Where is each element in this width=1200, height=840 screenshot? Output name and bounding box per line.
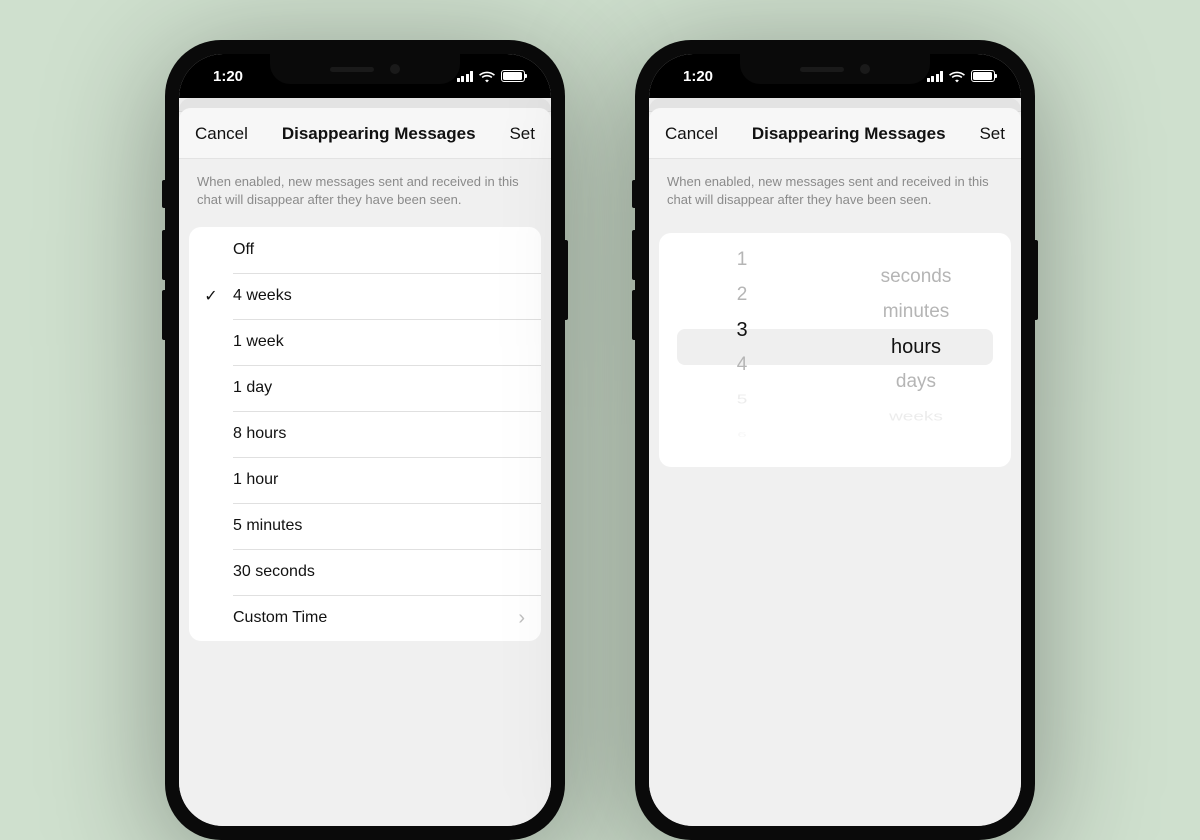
picker-item[interactable]: weeks bbox=[889, 408, 943, 426]
picker-item[interactable]: 2 bbox=[737, 282, 748, 308]
option-custom-time[interactable]: Custom Time› bbox=[189, 595, 541, 641]
picker-item-selected[interactable]: hours bbox=[891, 334, 941, 360]
side-button bbox=[162, 180, 165, 208]
option-4-weeks[interactable]: ✓4 weeks bbox=[189, 273, 541, 319]
option-30-seconds[interactable]: 30 seconds bbox=[189, 549, 541, 595]
cancel-button[interactable]: Cancel bbox=[195, 124, 248, 144]
set-button[interactable]: Set bbox=[509, 124, 535, 144]
side-button bbox=[632, 290, 635, 340]
picker-item[interactable]: 6 bbox=[737, 429, 746, 441]
option-label: 1 hour bbox=[233, 471, 525, 489]
option-1-week[interactable]: 1 week bbox=[189, 319, 541, 365]
option-label: 1 week bbox=[233, 333, 525, 351]
notch bbox=[740, 54, 930, 84]
modal-sheet: Cancel Disappearing Messages Set When en… bbox=[179, 108, 551, 826]
notch bbox=[270, 54, 460, 84]
side-button bbox=[162, 290, 165, 340]
chevron-right-icon: › bbox=[518, 607, 525, 630]
picker-item[interactable]: 5 bbox=[737, 391, 748, 409]
sheet-title: Disappearing Messages bbox=[752, 124, 946, 144]
side-button bbox=[565, 240, 568, 320]
picker-item[interactable]: minutes bbox=[883, 299, 950, 325]
picker-item[interactable]: 4 bbox=[737, 352, 748, 378]
option-label: Off bbox=[233, 241, 525, 259]
sheet-title: Disappearing Messages bbox=[282, 124, 476, 144]
option-8-hours[interactable]: 8 hours bbox=[189, 411, 541, 457]
option-label: 1 day bbox=[233, 379, 525, 397]
picker-item[interactable]: days bbox=[896, 369, 936, 395]
option-label: Custom Time bbox=[233, 609, 518, 627]
checkmark-icon: ✓ bbox=[189, 286, 233, 306]
side-button bbox=[632, 230, 635, 280]
option-1-hour[interactable]: 1 hour bbox=[189, 457, 541, 503]
option-label: 4 weeks bbox=[233, 287, 525, 305]
picker-item[interactable]: 1 bbox=[737, 247, 748, 273]
option-5-minutes[interactable]: 5 minutes bbox=[189, 503, 541, 549]
option-label: 8 hours bbox=[233, 425, 525, 443]
options-list: Off ✓4 weeks 1 week 1 day 8 hours 1 hour… bbox=[189, 227, 541, 641]
picker-item[interactable]: seconds bbox=[881, 264, 952, 290]
cancel-button[interactable]: Cancel bbox=[665, 124, 718, 144]
description-text: When enabled, new messages sent and rece… bbox=[179, 159, 551, 227]
option-label: 30 seconds bbox=[233, 563, 525, 581]
picker-item-selected[interactable]: 3 bbox=[736, 317, 747, 343]
option-1-day[interactable]: 1 day bbox=[189, 365, 541, 411]
custom-time-picker: 1 2 3 4 5 6 seconds minutes bbox=[659, 233, 1011, 467]
modal-sheet: Cancel Disappearing Messages Set When en… bbox=[649, 108, 1021, 826]
description-text: When enabled, new messages sent and rece… bbox=[649, 159, 1021, 227]
set-button[interactable]: Set bbox=[979, 124, 1005, 144]
side-button bbox=[632, 180, 635, 208]
option-off[interactable]: Off bbox=[189, 227, 541, 273]
option-label: 5 minutes bbox=[233, 517, 525, 535]
side-button bbox=[1035, 240, 1038, 320]
phone-frame-left: 1:20 Cancel Disappearing Messages Set Wh… bbox=[165, 40, 565, 840]
phone-frame-right: 1:20 Cancel Disappearing Messages Set Wh… bbox=[635, 40, 1035, 840]
side-button bbox=[162, 230, 165, 280]
